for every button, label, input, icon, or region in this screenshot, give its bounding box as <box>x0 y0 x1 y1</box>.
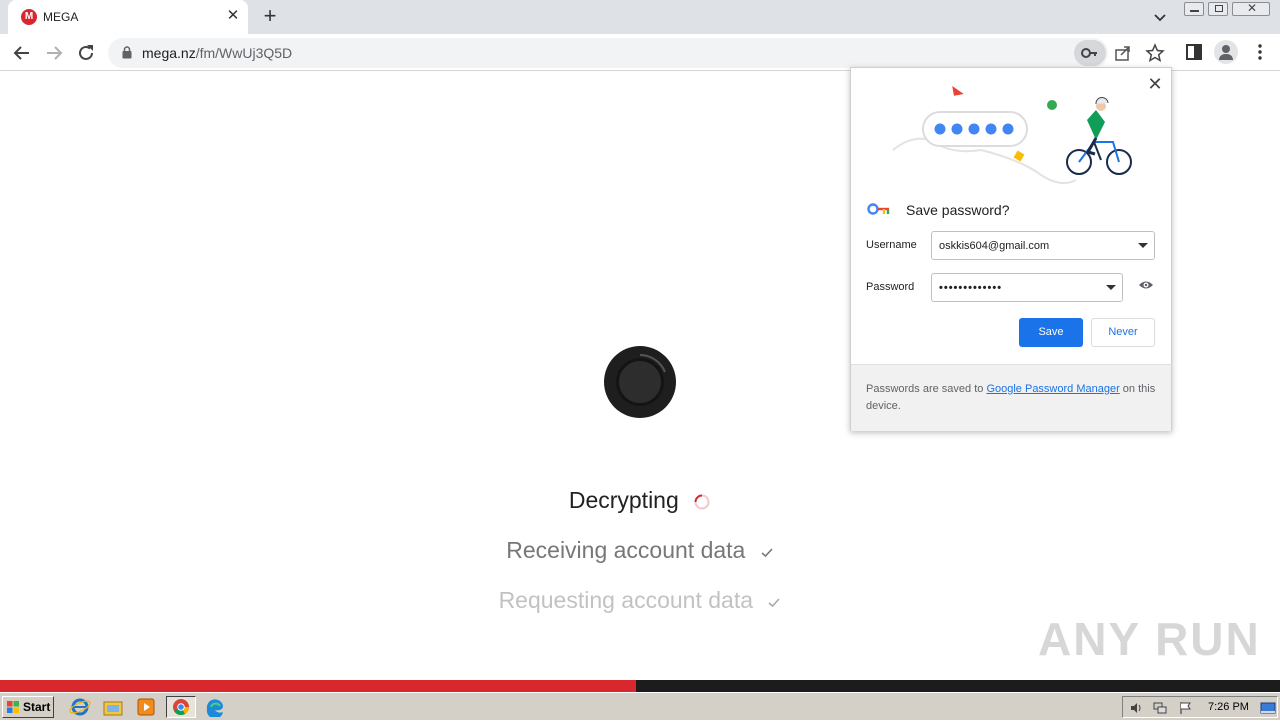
url-text: mega.nz/fm/WwUj3Q5D <box>142 45 292 61</box>
forward-arrow-icon[interactable] <box>41 40 67 66</box>
url-path: /fm/WwUj3Q5D <box>195 45 293 61</box>
username-field[interactable]: oskkis604@gmail.com <box>931 231 1155 260</box>
password-dropdown-icon[interactable] <box>1106 285 1116 290</box>
media-player-icon[interactable] <box>134 697 158 717</box>
google-password-manager-link[interactable]: Google Password Manager <box>986 383 1119 395</box>
dialog-title: Save password? <box>906 202 1010 218</box>
minimize-button[interactable] <box>1184 2 1204 16</box>
password-key-button[interactable] <box>1074 40 1106 66</box>
password-illustration-icon <box>892 85 1132 185</box>
step-requesting: Requesting account data <box>0 587 1280 614</box>
internet-explorer-icon[interactable] <box>68 697 92 717</box>
never-button[interactable]: Never <box>1091 318 1155 347</box>
start-label: Start <box>23 700 51 714</box>
google-key-icon <box>867 203 890 215</box>
bookmark-star-icon[interactable] <box>1144 42 1166 64</box>
show-password-eye-icon[interactable] <box>1138 279 1154 291</box>
share-icon[interactable] <box>1112 42 1134 64</box>
step-decrypting: Decrypting <box>0 487 1280 514</box>
back-arrow-icon[interactable] <box>9 40 35 66</box>
menu-kebab-icon[interactable] <box>1248 40 1272 64</box>
tab-strip: M MEGA ✕ + ✕ <box>0 0 1280 34</box>
password-field[interactable]: ••••••••••••• <box>931 273 1123 302</box>
username-dropdown-icon[interactable] <box>1138 243 1148 248</box>
tab-title: MEGA <box>43 10 79 24</box>
step-label: Receiving account data <box>506 537 746 563</box>
checkmark-icon <box>761 548 773 558</box>
restore-button[interactable] <box>1208 2 1228 16</box>
step-label: Requesting account data <box>498 587 754 613</box>
step-label: Decrypting <box>568 487 679 513</box>
action-center-flag-icon[interactable] <box>1177 700 1193 716</box>
browser-toolbar: mega.nz/fm/WwUj3Q5D <box>0 34 1280 71</box>
system-tray: 7:26 PM <box>1122 696 1278 718</box>
windows-flag-icon <box>7 701 19 713</box>
dialog-close-icon[interactable]: ✕ <box>1147 75 1163 93</box>
new-tab-button[interactable]: + <box>258 5 282 29</box>
tab-search-chevron-icon[interactable] <box>1150 7 1170 27</box>
volume-icon[interactable] <box>1128 700 1144 716</box>
side-panel-icon[interactable] <box>1182 40 1206 64</box>
profile-avatar-icon[interactable] <box>1214 40 1238 64</box>
username-value: oskkis604@gmail.com <box>939 240 1050 252</box>
url-host: mega.nz <box>142 45 196 61</box>
mega-favicon-icon: M <box>21 9 37 25</box>
checkmark-icon <box>768 598 781 608</box>
tab-close-icon[interactable]: ✕ <box>225 8 241 24</box>
file-explorer-icon[interactable] <box>101 697 125 717</box>
password-value: ••••••••••••• <box>939 282 1003 294</box>
show-desktop-icon[interactable] <box>1260 700 1276 716</box>
taskbar-clock[interactable]: 7:26 PM <box>1208 701 1249 713</box>
tab-mega[interactable]: M MEGA ✕ <box>8 0 248 34</box>
password-label: Password <box>866 281 915 293</box>
network-icon[interactable] <box>1152 700 1168 716</box>
chrome-taskbar-button[interactable] <box>166 696 196 718</box>
address-bar[interactable]: mega.nz/fm/WwUj3Q5D <box>108 38 1165 68</box>
footer-text: Passwords are saved to <box>866 383 987 395</box>
lock-icon[interactable] <box>122 46 132 59</box>
reload-icon[interactable] <box>73 40 99 66</box>
close-window-button[interactable]: ✕ <box>1232 1 1270 16</box>
mega-loading-logo <box>604 346 676 418</box>
anyrun-watermark: ANY RUN <box>1038 613 1261 665</box>
start-button[interactable]: Start <box>2 696 54 718</box>
step-receiving: Receiving account data <box>0 537 1280 564</box>
key-icon <box>1081 48 1097 58</box>
windows-taskbar: Start 7:26 PM <box>0 692 1280 720</box>
save-password-dialog: ✕ Save password? Username oskkis604@gmai… <box>850 67 1172 431</box>
loading-arc-icon <box>639 354 666 373</box>
dialog-footer: Passwords are saved to Google Password M… <box>851 364 1171 431</box>
spinner-icon <box>694 494 710 510</box>
save-button[interactable]: Save <box>1019 318 1083 347</box>
progress-fill <box>0 680 637 692</box>
edge-icon[interactable] <box>203 697 227 717</box>
username-label: Username <box>866 239 917 251</box>
chrome-icon <box>173 699 190 716</box>
